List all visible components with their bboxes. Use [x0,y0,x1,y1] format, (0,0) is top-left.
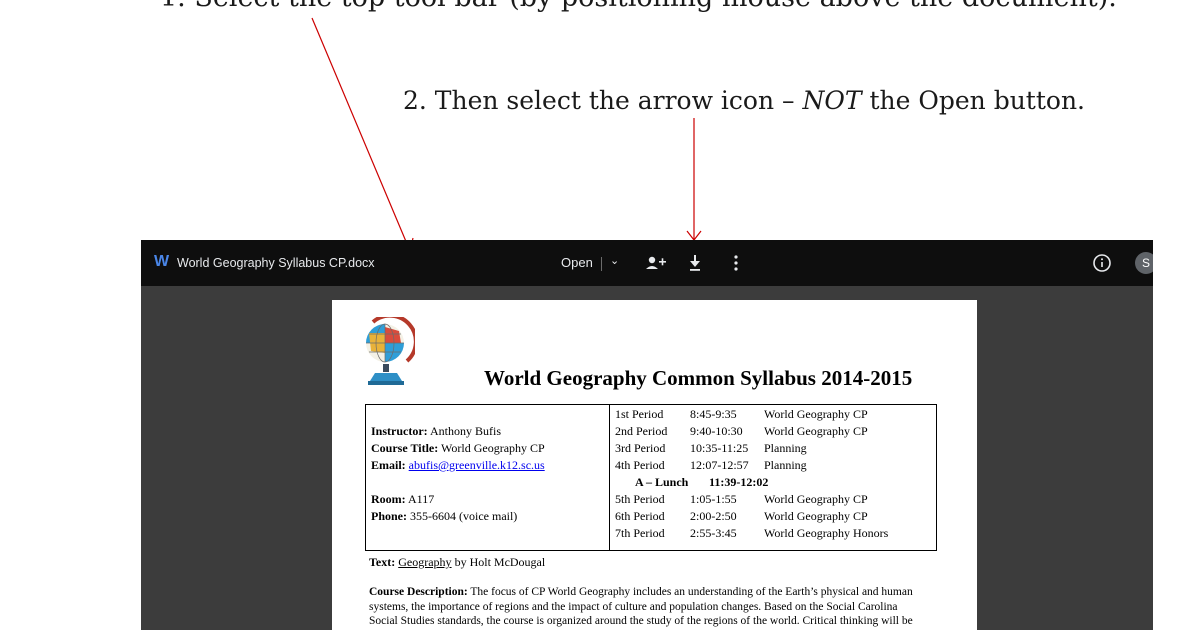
textbook-line: Text: Geography by Holt McDougal [369,555,545,570]
course-description: Course Description: The focus of CP Worl… [369,585,929,630]
add-person-icon[interactable] [645,250,667,276]
schedule-time: 2:00-2:50 [690,509,737,523]
document-title: World Geography Common Syllabus 2014-201… [484,366,913,390]
lunch-time: 11:39-12:02 [709,475,769,489]
instruction-step-2: 2. Then select the arrow icon – NOT the … [403,86,1085,115]
schedule-class: Planning [764,441,807,455]
instruction-step-2-emphasis: NOT [802,86,862,115]
schedule-class: World Geography CP [764,509,868,523]
schedule-class: World Geography Honors [764,526,889,540]
schedule-class: World Geography CP [764,407,868,421]
course-title-line: Course Title: World Geography CP [371,441,545,456]
viewer-toolbar[interactable]: W World Geography Syllabus CP.docx Open … [141,240,1153,286]
room-value: A117 [408,492,435,506]
schedule-class: World Geography CP [764,492,868,506]
schedule-period: 2nd Period [615,424,668,438]
room-line: Room: A117 [371,492,434,507]
textbook-publisher: by Holt McDougal [451,555,546,569]
course-info-table: Instructor: Anthony Bufis Course Title: … [365,404,937,551]
toolbar-pointer-arrow [311,17,411,252]
textbook-label: Text: [369,555,396,569]
phone-line: Phone: 355-6604 (voice mail) [371,509,517,524]
email-line: Email: abufis@greenville.k12.sc.us [371,458,545,473]
schedule-time: 1:05-1:55 [690,492,737,506]
textbook-title: Geography [398,555,452,569]
globe-logo-icon [366,317,415,385]
schedule-class: World Geography CP [764,424,868,438]
course-title-label: Course Title: [371,441,439,455]
instructor-line: Instructor: Anthony Bufis [371,424,501,439]
instructor-name: Anthony Bufis [430,424,502,438]
schedule-period: 3rd Period [615,441,666,455]
word-app-icon: W [154,253,170,270]
file-name: World Geography Syllabus CP.docx [177,256,375,270]
phone-value: 355-6604 (voice mail) [410,509,518,523]
schedule-period: 6th Period [615,509,665,523]
download-pointer-arrowhead [686,230,702,241]
open-button[interactable]: Open [561,255,593,270]
avatar[interactable]: S [1135,252,1153,274]
document-viewer: W World Geography Syllabus CP.docx Open … [141,240,1153,630]
phone-label: Phone: [371,509,407,523]
chevron-down-icon[interactable]: ⌄ [610,254,619,267]
schedule-class: Planning [764,458,807,472]
table-divider [609,405,610,550]
open-button-divider [601,257,602,271]
instruction-step-2-prefix: 2. Then select the arrow icon – [403,86,803,115]
room-label: Room: [371,492,406,506]
more-vert-icon[interactable] [730,250,742,276]
schedule-time: 2:55-3:45 [690,526,737,540]
email-label: Email: [371,458,406,472]
lunch-label: A – Lunch [635,475,689,489]
schedule-period: 7th Period [615,526,665,540]
course-description-label: Course Description: [369,586,468,598]
schedule-time: 10:35-11:25 [690,441,749,455]
schedule-time: 8:45-9:35 [690,407,737,421]
instruction-step-1: 1. Select the top tool bar (by positioni… [160,0,1117,13]
instructor-label: Instructor: [371,424,428,438]
schedule-time: 12:07-12:57 [690,458,749,472]
download-icon[interactable] [686,250,704,276]
document-page: World Geography Common Syllabus 2014-201… [332,300,977,630]
schedule-period: 4th Period [615,458,665,472]
email-link[interactable]: abufis@greenville.k12.sc.us [409,458,545,472]
info-icon[interactable] [1090,250,1114,276]
instruction-step-2-suffix: the Open button. [861,86,1085,115]
course-title-value: World Geography CP [441,441,545,455]
schedule-period: 1st Period [615,407,664,421]
schedule-time: 9:40-10:30 [690,424,743,438]
schedule-period: 5th Period [615,492,665,506]
